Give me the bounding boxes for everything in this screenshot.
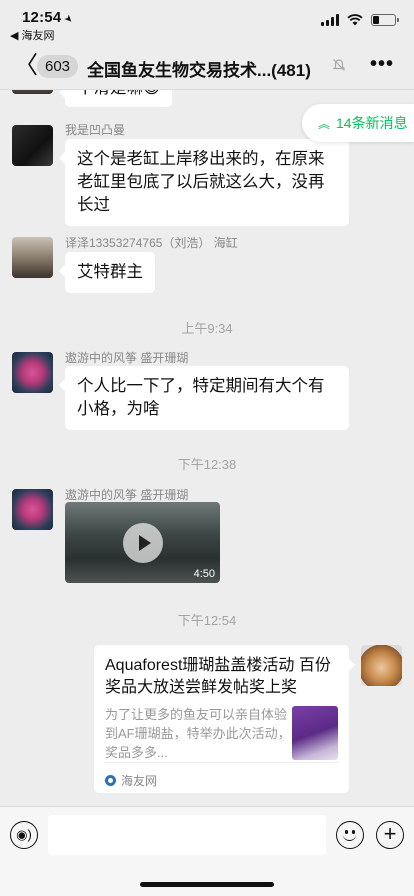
emoji-button[interactable] <box>336 821 364 849</box>
more-options-button[interactable]: ••• <box>370 53 394 76</box>
back-to-app-link[interactable]: ◀ 海友网 <box>10 27 55 43</box>
more-actions-button[interactable]: + <box>376 821 404 849</box>
location-arrow-icon: ➤ <box>61 12 76 27</box>
link-thumbnail <box>292 706 338 760</box>
status-bar: 12:54➤ ◀ 海友网 <box>0 0 414 44</box>
video-message[interactable]: 4:50 <box>65 502 220 583</box>
message-bubble[interactable]: 这个是老缸上岸移出来的，在原来老缸里包底了以后就这么大，没再长过 <box>59 139 349 226</box>
avatar[interactable] <box>12 125 53 166</box>
new-messages-label: 14条新消息 <box>336 115 408 131</box>
timestamp: 下午12:38 <box>177 457 237 472</box>
back-button[interactable]: 〈 <box>14 54 38 78</box>
avatar[interactable] <box>12 489 53 530</box>
status-time-text: 12:54 <box>22 9 62 26</box>
link-source: 海友网 <box>105 772 157 789</box>
voice-input-button[interactable]: ◉) <box>10 821 38 849</box>
avatar[interactable] <box>361 645 402 686</box>
wifi-icon <box>347 14 363 26</box>
sender-name: 遨游中的风筝 盛开珊瑚 <box>65 488 189 502</box>
mute-icon <box>332 59 346 71</box>
member-count: (481) <box>271 61 311 80</box>
link-source-name: 海友网 <box>121 774 158 788</box>
chat-title: 全国鱼友生物交易技术...(481) <box>87 56 327 81</box>
battery-icon <box>371 14 399 26</box>
link-title: Aquaforest珊瑚盐盖楼活动 百份奖品大放送尝鲜发帖奖上奖 <box>105 657 331 696</box>
status-time: 12:54➤ <box>22 9 76 27</box>
timestamp: 下午12:54 <box>177 613 237 628</box>
video-duration: 4:50 <box>193 568 215 580</box>
sender-name: 译泽13353274765（刘浩） 海缸 <box>65 236 238 250</box>
sender-name: 遨游中的风筝 盛开珊瑚 <box>65 351 189 365</box>
avatar[interactable] <box>12 237 53 278</box>
divider <box>105 762 338 763</box>
message-bubble[interactable]: 艾特群主 <box>59 252 155 293</box>
unread-count-badge[interactable]: 603 <box>37 55 79 78</box>
source-logo-icon <box>105 775 116 786</box>
link-description: 为了让更多的鱼友可以亲自体验到AF珊瑚盐，特举办此次活动，奖品多多... <box>105 707 291 760</box>
status-icons <box>321 14 399 26</box>
chat-title-text: 全国鱼友生物交易技术... <box>87 61 272 80</box>
chevron-up-icon: ︽ <box>318 116 331 131</box>
message-bubble[interactable]: 个人比一下了，特定期间有大个有小格，为啥 <box>59 366 349 430</box>
new-messages-button[interactable]: ︽ 14条新消息 <box>302 104 414 142</box>
link-body: 为了让更多的鱼友可以亲自体验到AF珊瑚盐，特举办此次活动，奖品多多... <box>105 705 338 761</box>
chat-header: 〈 603 全国鱼友生物交易技术...(481) ••• <box>0 44 414 90</box>
link-card-message[interactable]: Aquaforest珊瑚盐盖楼活动 百份奖品大放送尝鲜发帖奖上奖 为了让更多的鱼… <box>94 645 355 793</box>
signal-icon <box>321 14 339 26</box>
message-input[interactable] <box>48 815 326 855</box>
home-indicator <box>140 882 274 887</box>
sender-name: 我是凹凸曼 <box>65 123 126 137</box>
timestamp: 上午9:34 <box>181 321 233 336</box>
play-icon[interactable] <box>123 523 163 563</box>
avatar[interactable] <box>12 352 53 393</box>
